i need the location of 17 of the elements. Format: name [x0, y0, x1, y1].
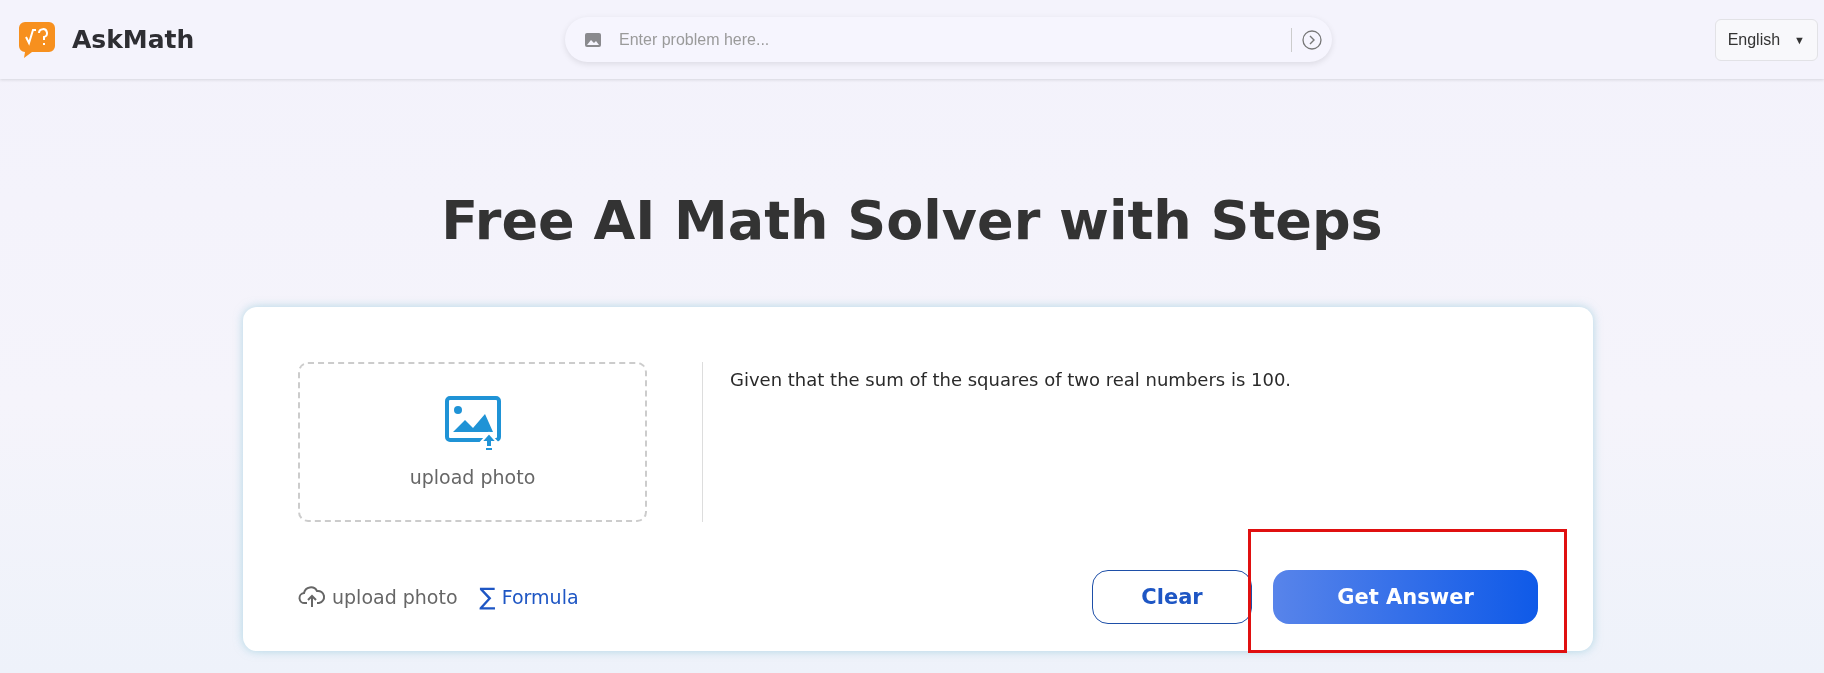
formula-link[interactable]: ∑ Formula — [479, 583, 579, 611]
problem-text[interactable]: Given that the sum of the squares of two real numbers is 100. — [730, 362, 1292, 522]
page-title: Free AI Math Solver with Steps — [441, 188, 1383, 254]
logo-icon — [18, 20, 56, 59]
brand-name[interactable]: AskMath — [72, 25, 195, 54]
search-field[interactable]: Enter problem here... — [617, 29, 1291, 50]
upload-area[interactable]: upload photo — [298, 362, 647, 522]
clear-button[interactable]: Clear — [1092, 570, 1252, 624]
submit-icon[interactable] — [1302, 29, 1322, 50]
image-upload-icon — [444, 396, 501, 452]
upload-label: upload photo — [409, 466, 536, 488]
get-answer-button[interactable]: Get Answer — [1273, 570, 1538, 624]
upload-photo-link[interactable]: upload photo — [298, 585, 458, 609]
image-icon[interactable] — [585, 32, 601, 47]
cloud-upload-icon — [298, 585, 326, 609]
search-bar[interactable]: Enter problem here... — [565, 17, 1332, 62]
language-select[interactable]: English ▼ — [1714, 18, 1818, 61]
